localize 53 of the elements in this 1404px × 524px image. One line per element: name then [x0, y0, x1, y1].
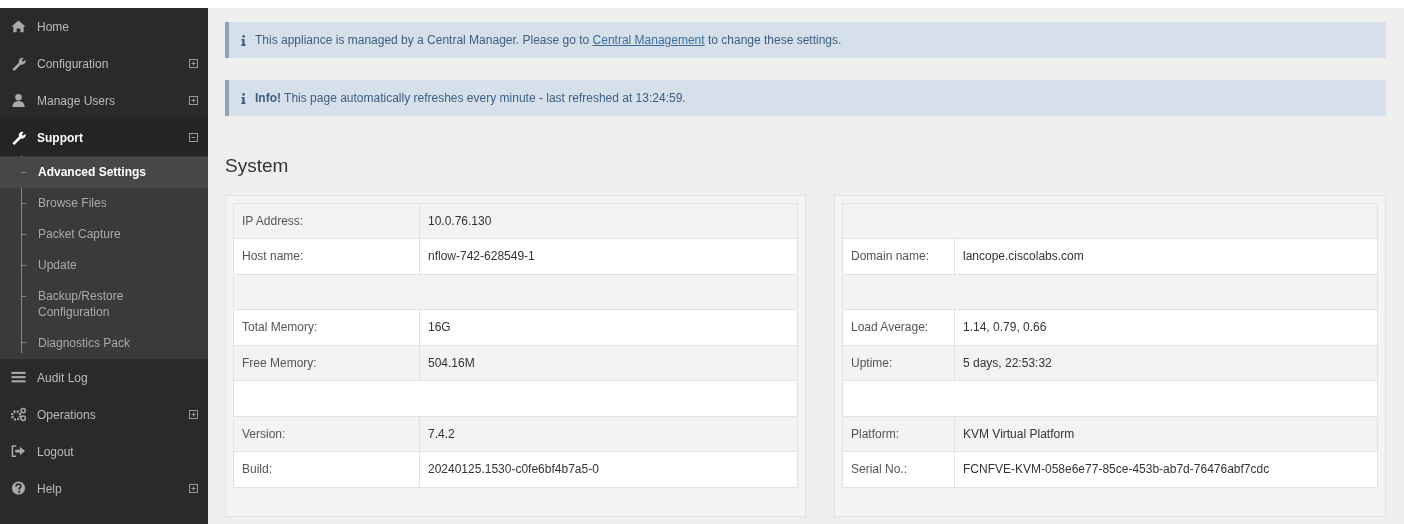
field-label: Free Memory: [233, 345, 420, 381]
expand-icon[interactable] [189, 59, 198, 68]
home-icon [10, 19, 27, 34]
wrench-icon [10, 130, 27, 145]
field-label: Version: [233, 416, 420, 452]
field-label: Build: [233, 451, 420, 487]
menu-item[interactable]: Logout [0, 433, 208, 471]
info-icon [241, 92, 246, 104]
field-value: 5 days, 22:53:32 [954, 345, 1378, 381]
help-icon [10, 481, 27, 497]
field-label: Host name: [233, 238, 420, 274]
submenu-item[interactable]: Backup/Restore Configuration [0, 281, 208, 328]
gears-icon [10, 407, 27, 423]
expand-icon[interactable] [189, 484, 198, 494]
field-label: Domain name: [842, 238, 955, 274]
field-value: 16G [419, 309, 798, 345]
field-value: 1.14, 0.79, 0.66 [954, 309, 1378, 345]
logout-icon [10, 444, 27, 460]
field-value: 10.0.76.130 [419, 203, 798, 239]
field-value: 504.16M [419, 345, 798, 381]
field-label: Load Average: [842, 309, 955, 345]
wrench-icon [10, 56, 27, 71]
user-icon [10, 93, 27, 108]
submenu-item[interactable]: Update [0, 250, 208, 281]
menu-item[interactable]: Help [0, 470, 208, 508]
field-value: 7.4.2 [419, 416, 798, 452]
field-label: Total Memory: [233, 309, 420, 345]
field-value: KVM Virtual Platform [954, 416, 1378, 452]
menu-item[interactable]: Manage Users [0, 82, 208, 119]
submenu-item[interactable]: Packet Capture [0, 219, 208, 250]
link[interactable]: Central Management [592, 33, 705, 47]
field-value: lancope.ciscolabs.com [954, 238, 1378, 274]
field-label: IP Address: [233, 203, 420, 239]
field-label: Serial No.: [842, 451, 955, 487]
section-title: System [225, 154, 290, 178]
submenu-item[interactable]: Diagnostics Pack [0, 327, 208, 359]
field-value: FCNFVE-KVM-058e6e77-85ce-453b-ab7d-76476abf7cdc [954, 451, 1378, 487]
expand-icon[interactable] [189, 96, 198, 105]
menu-item[interactable]: Audit Log [0, 359, 208, 397]
alert-message: Info! This page automatically refreshes every minute - last refreshed at 13:24:59. [255, 90, 686, 107]
menu-item[interactable]: Operations [0, 396, 208, 434]
expand-icon[interactable] [189, 410, 198, 420]
field-value: nflow-742-628549-1 [419, 238, 798, 274]
alert-message: This appliance is managed by a Central Manager. Please go to Central Management to change these settings. [255, 32, 842, 49]
submenu-item[interactable]: Browse Files [0, 188, 208, 219]
field-label: Platform: [842, 416, 955, 452]
collapse-icon[interactable] [189, 133, 198, 142]
menu-item[interactable]: Configuration [0, 45, 208, 82]
field-value: 20240125.1530-c0fe6bf4b7a5-0 [419, 451, 798, 487]
menu-item[interactable]: Home [0, 8, 208, 45]
field-label: Uptime: [842, 345, 955, 381]
info-icon [241, 34, 246, 46]
submenu-item[interactable]: Advanced Settings [0, 157, 208, 188]
